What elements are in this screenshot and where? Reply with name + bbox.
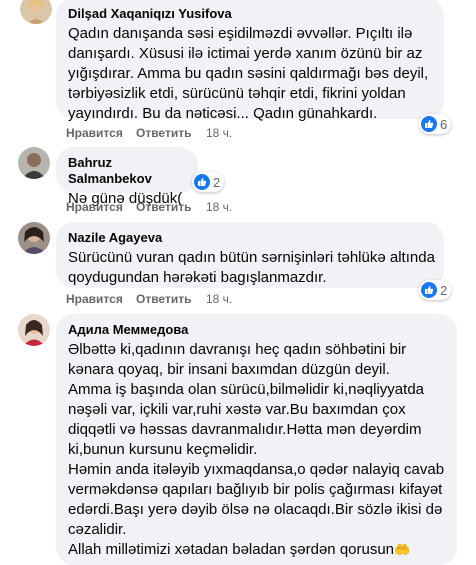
comment-bubble: Dilşad Xaqaniqızı Yusifova Qadın danışan…: [56, 0, 444, 122]
comment-text: Sürücünü vuran qadın bütün sərnişinləri …: [68, 248, 435, 288]
comment-author[interactable]: Bahruz Salmanbekov: [68, 155, 186, 187]
like-button[interactable]: Нравится: [66, 126, 123, 140]
comment-text-line: cəzalidir.: [68, 521, 127, 538]
comment-timestamp[interactable]: 18 ч.: [206, 292, 232, 306]
comment-text-line: kənara qoyaq, bir insani baxımdan düzgün…: [68, 361, 390, 378]
comment-text-line: Allah millətimizi xətadan bəladan şərdən…: [68, 540, 445, 560]
comment-timestamp[interactable]: 18 ч.: [206, 126, 232, 140]
comment-actions: Нравится Ответить 18 ч.: [66, 126, 266, 142]
comment-text-line: Həmin anda itələyib yıxmaqdansa,o qədər …: [68, 461, 445, 478]
comment-text-line: verməkdənsə qapıları bağlıyıb bir polis …: [68, 481, 443, 498]
comment-author[interactable]: Адила Меммедова: [68, 322, 445, 338]
reply-button[interactable]: Ответить: [136, 126, 191, 140]
like-icon: [421, 116, 437, 132]
comment-author[interactable]: Nazile Agayeva: [68, 230, 432, 246]
avatar[interactable]: [18, 222, 50, 254]
comment-text-line: edərdi.Başı yerə dəyib ölsə nə olacaqdı.…: [68, 501, 443, 518]
reactions-badge[interactable]: 2: [419, 280, 452, 300]
reply-button[interactable]: Ответить: [136, 292, 191, 306]
comment-bubble: Bahruz Salmanbekov Nə günə düşdük(: [56, 147, 198, 207]
comment-actions: Нравится Ответить 18 ч.: [66, 292, 266, 308]
comment-text-line: qoydugundan hərəkəti bagışlanmazdır.: [68, 269, 327, 286]
avatar[interactable]: [20, 0, 52, 24]
comment-text-line: yığışdırar. Amma bu qadın səsini qaldırm…: [68, 65, 429, 82]
comment-bubble: Nazile Agayeva Sürücünü vuran qadın bütü…: [56, 222, 444, 288]
like-button[interactable]: Нравится: [66, 200, 123, 214]
comment-text-line: Əlbəttə ki,qadının davranışı heç qadın s…: [68, 341, 407, 358]
comment-text-fragment: Allah millətimizi xətadan bəladan şərdən…: [68, 541, 395, 558]
reply-button[interactable]: Ответить: [136, 200, 191, 214]
praying-hands-emoji-icon: 🤲: [394, 542, 411, 557]
comment-text-line: yayındırdı. Bu da nəticəsi... Qadın güna…: [68, 105, 378, 122]
comment-text-line: Amma iş başında olan sürücü,bilməlidir k…: [68, 381, 425, 398]
comment-text: Qadın danışanda səsi eşidilməzdi əvvəllə…: [68, 24, 432, 124]
comment-actions: Нравится Ответить 18 ч.: [66, 200, 266, 216]
comment-bubble: Адила Меммедова Əlbəttə ki,qadının davra…: [56, 314, 457, 565]
like-icon: [194, 174, 210, 190]
comment-text-line: Sürücünü vuran qadın bütün sərnişinləri …: [68, 249, 435, 266]
comment-text-line: tərbiyəsizlik etdi, sürücünü təhqir etdi…: [68, 85, 406, 102]
avatar[interactable]: [18, 314, 50, 346]
like-button[interactable]: Нравится: [66, 292, 123, 306]
reactions-count: 2: [213, 174, 221, 190]
reactions-badge[interactable]: 2: [192, 172, 225, 192]
comment-text-line: diqqətli və həssas davranmalıdır.Hətta m…: [68, 421, 422, 438]
reactions-badge[interactable]: 6: [419, 114, 452, 134]
like-icon: [421, 282, 437, 298]
comment-text-line: danışardı. Xüsusi ilə ictimai yerdə xanı…: [68, 45, 423, 62]
comment-author[interactable]: Dilşad Xaqaniqızı Yusifova: [68, 6, 432, 22]
comment-timestamp[interactable]: 18 ч.: [206, 200, 232, 214]
comment-text: Əlbəttə ki,qadının davranışı heç qadın s…: [68, 340, 445, 560]
comment-text-line: nəşəli var, içkili var,ruhi xəstə var.Bu…: [68, 401, 406, 418]
comment-text-line: ki,bunun kursunu keçməlidir.: [68, 441, 258, 458]
reactions-count: 2: [440, 282, 448, 298]
comment-text-line: Qadın danışanda səsi eşidilməzdi əvvəllə…: [68, 25, 413, 42]
reactions-count: 6: [440, 116, 448, 132]
avatar[interactable]: [18, 147, 50, 179]
